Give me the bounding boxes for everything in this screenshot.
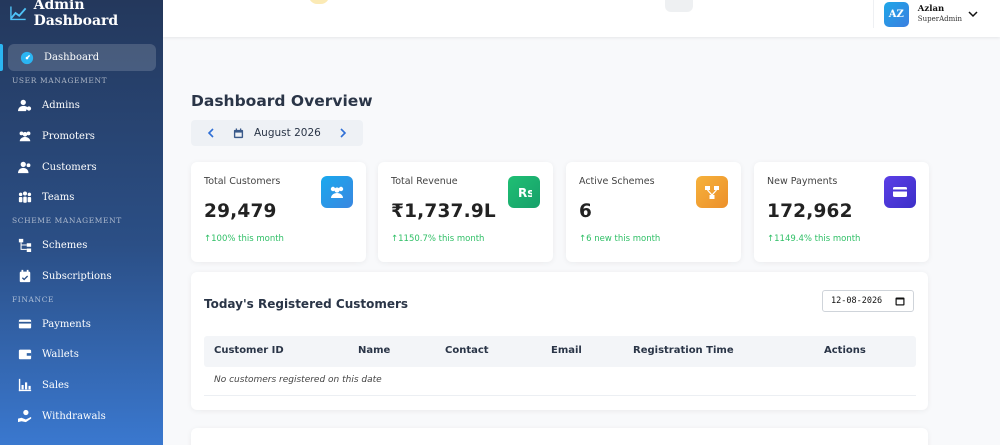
card-value: ₹1,737.9L (391, 201, 496, 222)
section-scheme-management: SCHEME MANAGEMENT (12, 216, 122, 225)
avatar: AZ (883, 1, 909, 27)
sidebar-item-promoters[interactable]: Promoters (8, 124, 156, 148)
notification-icon[interactable] (309, 0, 329, 4)
sidebar-item-customers[interactable]: Customers (8, 155, 156, 179)
top-bar: AZ Azlan SuperAdmin (163, 0, 1000, 37)
brand-title: Admin Dashboard (33, 0, 119, 29)
card-change: ↑1149.4% this month (767, 234, 861, 244)
card-value: 6 (579, 201, 593, 222)
table-header: Customer ID Name Contact Email Registrat… (204, 336, 916, 367)
stat-card-total-revenue: Total Revenue ₹1,737.9L ↑1150.7% this mo… (378, 162, 553, 262)
column-header: Email (551, 345, 582, 356)
sidebar-item-wallets[interactable]: Wallets (8, 342, 156, 366)
date-value: 12-08-2026 (831, 296, 883, 306)
stat-card-new-payments: New Payments 172,962 ↑1149.4% this month (754, 162, 929, 262)
chevron-down-icon (968, 11, 978, 18)
rupee-icon: Rs (508, 176, 540, 208)
user-group-icon (18, 160, 32, 174)
sidebar-item-payments[interactable]: Payments (8, 312, 156, 336)
card-title: New Payments (767, 176, 838, 187)
card-value: 172,962 (767, 201, 853, 222)
column-header: Name (358, 345, 391, 356)
people-group-icon (18, 190, 32, 204)
chart-line-icon (10, 6, 27, 21)
sidebar: Admin Dashboard Dashboard USER MANAGEMEN… (0, 0, 163, 445)
credit-card-icon (884, 176, 916, 208)
card-value: 29,479 (204, 201, 277, 222)
sitemap-icon (696, 176, 728, 208)
sidebar-item-label: Subscriptions (42, 270, 112, 282)
card-change: ↑1150.7% this month (391, 234, 485, 244)
search-icon[interactable] (665, 0, 693, 12)
users-icon (18, 129, 32, 143)
divider (204, 395, 916, 396)
sidebar-item-label: Admins (42, 99, 80, 111)
users-icon (321, 176, 353, 208)
sidebar-item-teams[interactable]: Teams (8, 185, 156, 209)
hand-holding-icon (18, 409, 32, 423)
card-change: ↑6 new this month (579, 234, 661, 244)
sidebar-item-label: Promoters (42, 130, 95, 142)
chevron-right-icon[interactable] (337, 127, 349, 139)
date-picker-input[interactable]: 12-08-2026 (822, 290, 914, 312)
calendar-icon (233, 127, 244, 138)
chevron-left-icon[interactable] (205, 127, 217, 139)
registered-customers-panel: Today's Registered Customers 12-08-2026 … (191, 272, 928, 410)
sidebar-item-schemes[interactable]: Schemes (8, 233, 156, 257)
sidebar-item-label: Withdrawals (42, 410, 106, 422)
secondary-panel (191, 428, 928, 445)
brand[interactable]: Admin Dashboard (0, 0, 163, 29)
card-title: Total Revenue (391, 176, 458, 187)
sidebar-item-label: Teams (42, 191, 75, 203)
gauge-icon (20, 51, 34, 65)
user-gear-icon (18, 98, 32, 112)
column-header: Registration Time (633, 345, 734, 356)
stat-card-active-schemes: Active Schemes 6 ↑6 new this month (566, 162, 741, 262)
sidebar-item-dashboard[interactable]: Dashboard (0, 44, 156, 71)
sidebar-item-label: Schemes (42, 239, 88, 251)
stat-card-total-customers: Total Customers 29,479 ↑100% this month (191, 162, 366, 262)
sitemap-icon (18, 238, 32, 252)
svg-text:Rs: Rs (518, 186, 532, 200)
sidebar-item-label: Sales (42, 379, 70, 391)
page-title: Dashboard Overview (191, 92, 373, 110)
sidebar-item-label: Payments (42, 318, 91, 330)
sidebar-item-label: Wallets (42, 348, 79, 360)
card-title: Total Customers (204, 176, 281, 187)
sidebar-item-subscriptions[interactable]: Subscriptions (8, 264, 156, 288)
column-header: Customer ID (214, 345, 284, 356)
section-user-management: USER MANAGEMENT (12, 76, 108, 85)
sidebar-item-admins[interactable]: Admins (8, 93, 156, 117)
chart-bar-icon (18, 378, 32, 392)
calendar-check-icon (18, 269, 32, 283)
sidebar-item-withdrawals[interactable]: Withdrawals (8, 404, 156, 428)
panel-title: Today's Registered Customers (204, 297, 409, 311)
section-finance: FINANCE (12, 295, 55, 304)
calendar-icon[interactable] (895, 296, 905, 306)
user-name: Azlan (917, 4, 945, 14)
empty-state-message: No customers registered on this date (214, 375, 382, 385)
sidebar-item-label: Dashboard (44, 52, 100, 63)
column-header: Actions (824, 345, 866, 356)
card-title: Active Schemes (579, 176, 655, 187)
card-change: ↑100% this month (204, 234, 284, 244)
credit-card-icon (18, 317, 32, 331)
sidebar-item-sales[interactable]: Sales (8, 373, 156, 397)
user-role: SuperAdmin (917, 15, 962, 23)
sidebar-item-label: Customers (42, 161, 97, 173)
user-menu[interactable]: AZ Azlan SuperAdmin (872, 0, 1000, 28)
wallet-icon (18, 347, 32, 361)
column-header: Contact (445, 345, 489, 356)
current-month: August 2026 (254, 127, 321, 139)
month-selector: August 2026 (191, 120, 363, 146)
